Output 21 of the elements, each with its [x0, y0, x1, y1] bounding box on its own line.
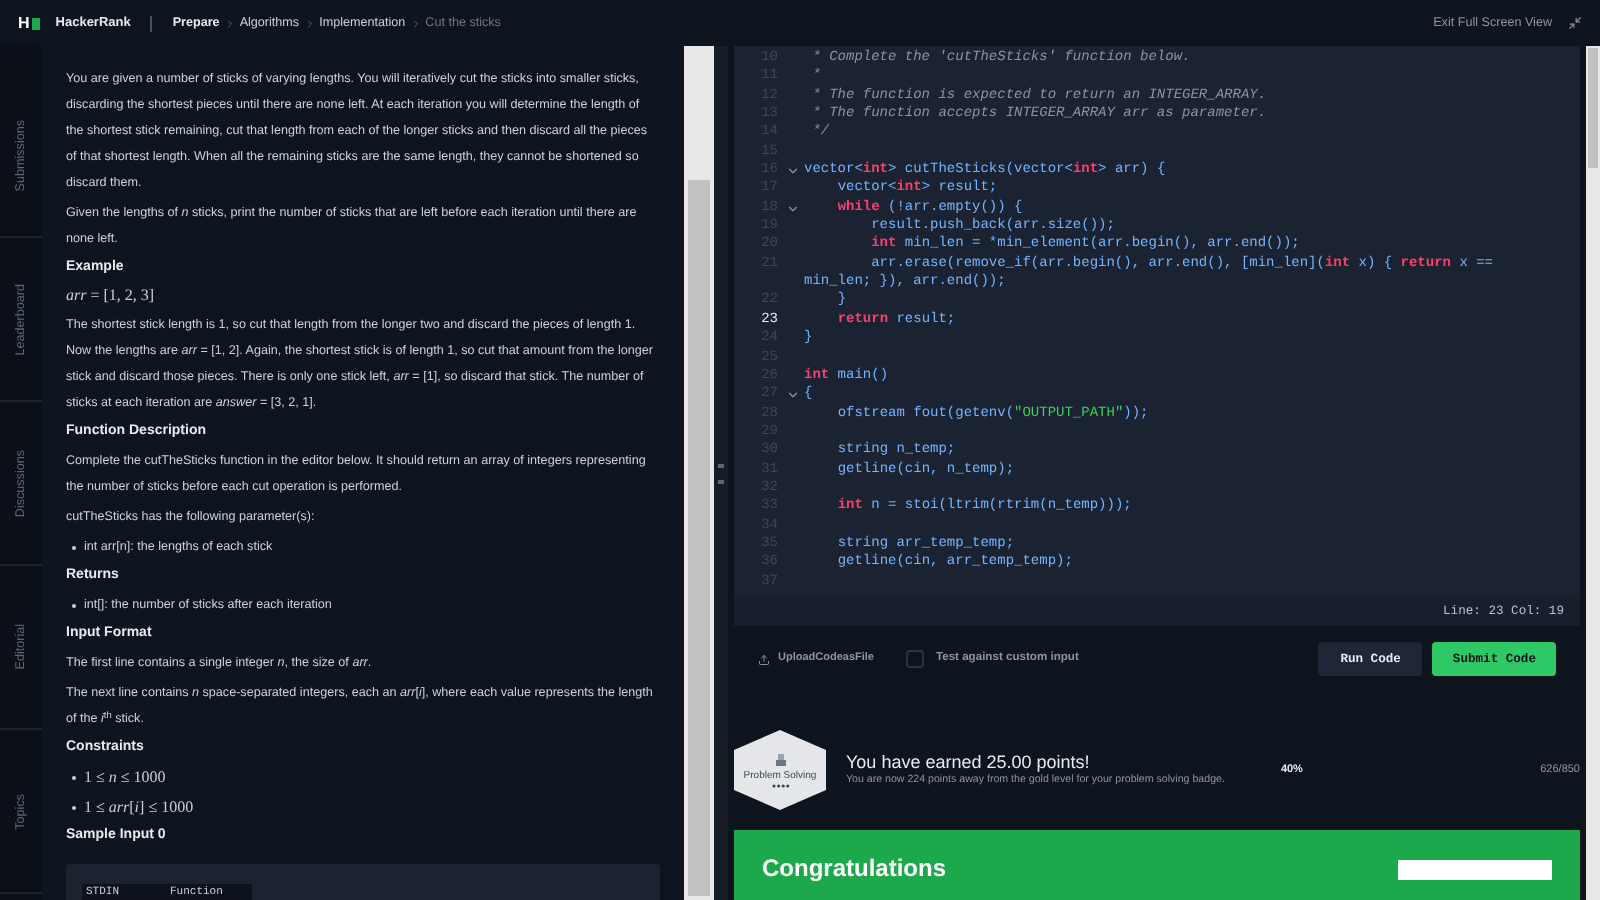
chevron-icon	[223, 17, 236, 29]
upload-icon	[758, 653, 770, 665]
logo-mark-icon	[31, 17, 40, 29]
scrollbar[interactable]	[684, 46, 714, 900]
formula: arr = [1, 2, 3]	[66, 284, 157, 308]
chevron-icon	[409, 17, 422, 29]
splitter-handle[interactable]	[714, 46, 728, 900]
chevron-icon	[303, 17, 316, 29]
page-scrollbar[interactable]	[1586, 46, 1600, 900]
fold-icon[interactable]	[786, 388, 800, 403]
badge-emblem-icon	[773, 753, 787, 767]
fold-icon[interactable]	[786, 201, 800, 216]
fold-icon[interactable]	[786, 164, 800, 179]
checkbox[interactable]	[905, 650, 924, 668]
logo[interactable]: H	[18, 11, 30, 35]
code-editor[interactable]	[734, 46, 1580, 626]
minimize-icon[interactable]	[1568, 16, 1582, 30]
list-item: 1 ≤ arr[i] ≤ 1000	[84, 796, 194, 820]
banner-title: Congratulations	[762, 852, 946, 886]
points-headline: You have earned 25.00 points!	[846, 750, 1092, 774]
list-item: 1 ≤ n ≤ 1000	[84, 766, 166, 790]
